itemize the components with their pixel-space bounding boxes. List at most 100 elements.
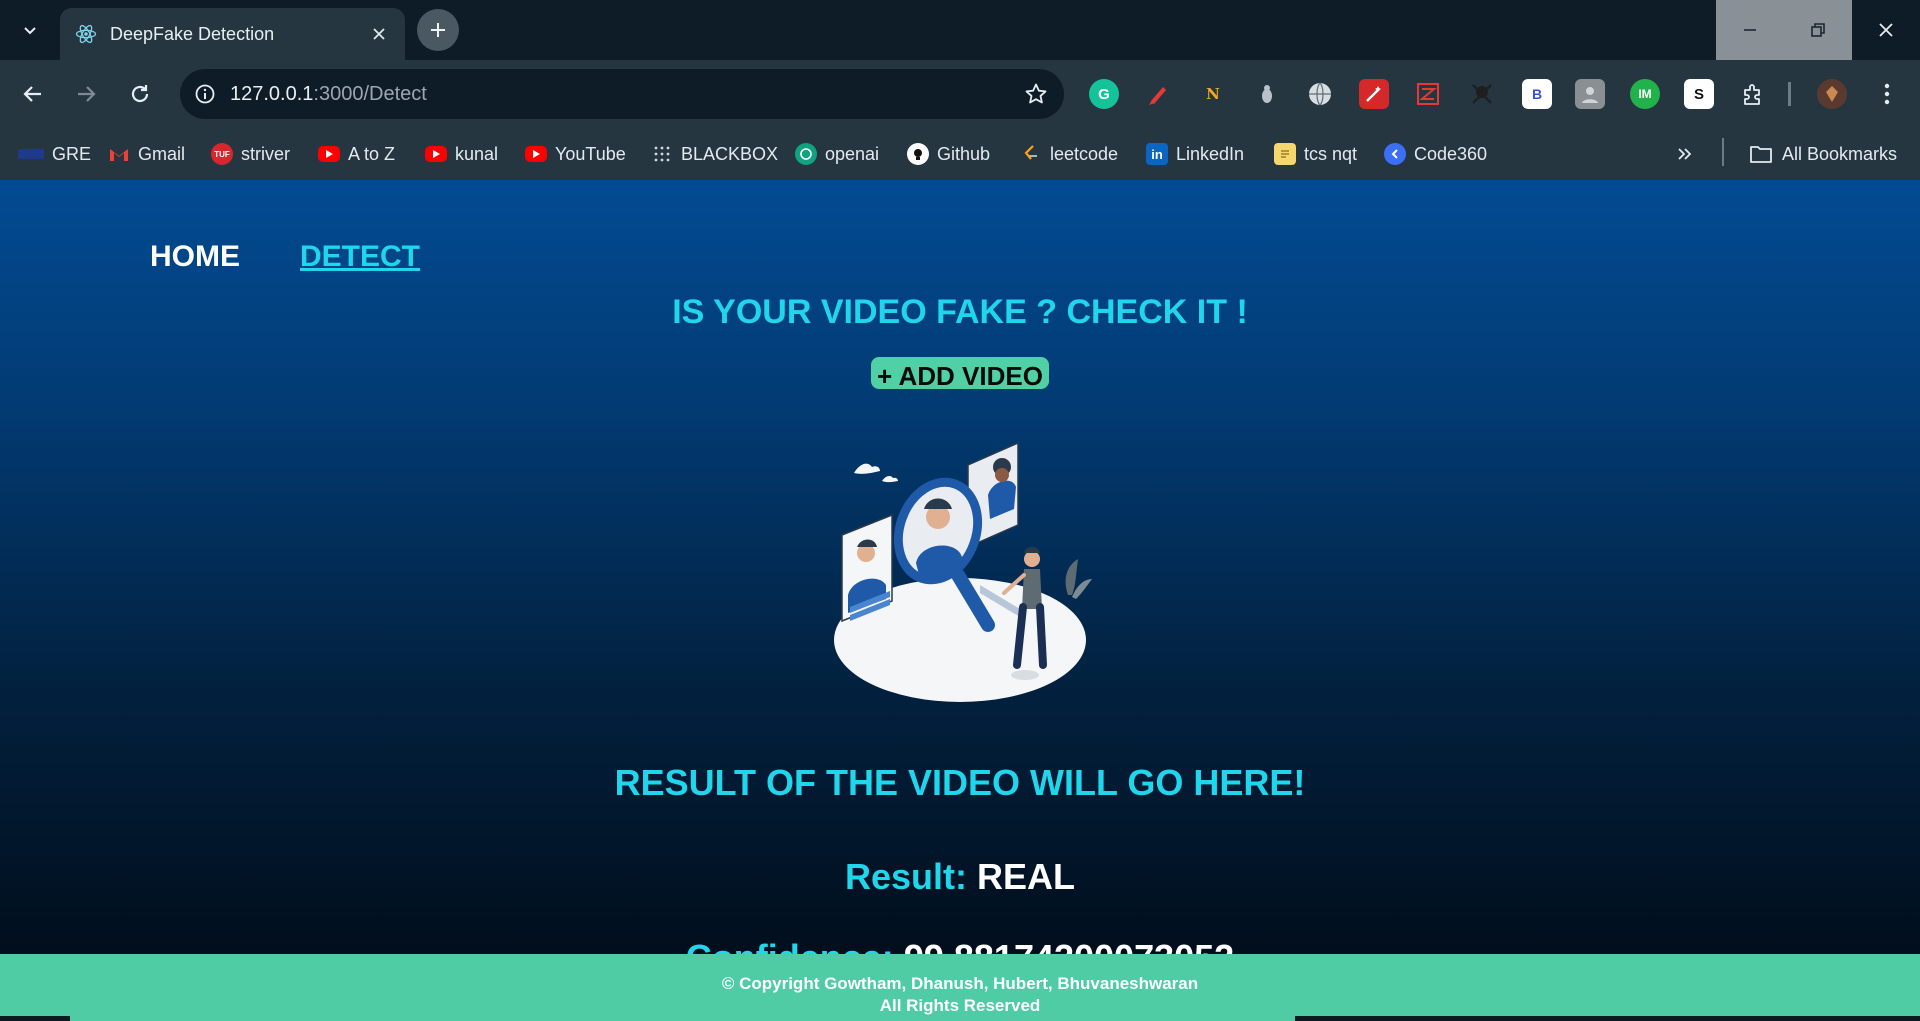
bookmark-blackbox[interactable]: BLACKBOX — [651, 140, 778, 168]
back-button[interactable] — [14, 75, 52, 113]
minimize-icon — [1744, 29, 1756, 31]
tuf-icon: TUF — [211, 143, 233, 165]
page-footer: © Copyright Gowtham, Dhanush, Hubert, Bh… — [0, 954, 1920, 1021]
bookmark-label: leetcode — [1050, 143, 1119, 164]
bookmark-label: Code360 — [1414, 143, 1488, 164]
bookmark-openai[interactable]: openai — [795, 140, 879, 168]
address-bar[interactable]: 127.0.0.1:3000/Detect — [180, 69, 1064, 119]
footer-bottom-edge — [0, 1016, 1920, 1021]
all-bookmarks-label: All Bookmarks — [1782, 143, 1898, 164]
toolbar-divider — [1788, 82, 1791, 106]
page-content: HOME DETECT IS YOUR VIDEO FAKE ? CHECK I… — [0, 180, 1920, 955]
bookmark-label: BLACKBOX — [681, 143, 779, 164]
bookmark-a-to-z[interactable]: A to Z — [318, 140, 395, 168]
url-host: 127.0.0.1 — [230, 82, 314, 105]
restore-button[interactable] — [1784, 0, 1852, 60]
gre-icon — [18, 149, 44, 159]
bookmark-label: kunal — [455, 143, 499, 164]
minimize-button[interactable] — [1716, 0, 1784, 60]
bookmark-label: openai — [825, 143, 880, 164]
menu-icon[interactable] — [1872, 79, 1902, 109]
marker-icon[interactable] — [1143, 79, 1173, 109]
site-info-icon[interactable] — [180, 69, 230, 119]
bookmark-label: Gmail — [138, 143, 186, 164]
page-headline: IS YOUR VIDEO FAKE ? CHECK IT ! — [672, 293, 1248, 331]
tab-search-button[interactable] — [14, 16, 46, 44]
im-icon[interactable]: IM — [1630, 79, 1660, 109]
reload-icon — [131, 85, 149, 103]
footer-copyright: © Copyright Gowtham, Dhanush, Hubert, Bh… — [721, 974, 1199, 993]
confidence-value: 99.88174200073052 — [904, 937, 1234, 955]
blackbox-icon — [651, 143, 673, 165]
forward-button[interactable] — [67, 75, 105, 113]
bug-icon[interactable] — [1252, 79, 1282, 109]
double-chevron-right-icon — [1678, 148, 1692, 160]
result-value: REAL — [977, 856, 1076, 897]
bookmark-kunal[interactable]: kunal — [425, 140, 498, 168]
all-bookmarks-button[interactable]: All Bookmarks — [1748, 140, 1897, 168]
grammarly-icon[interactable]: G — [1089, 79, 1119, 109]
avatar[interactable] — [1817, 79, 1847, 109]
zz-icon[interactable] — [1413, 79, 1443, 109]
bookmark-label: YouTube — [555, 143, 626, 164]
arrow-right-icon — [78, 86, 96, 102]
tab-title: DeepFake Detection — [110, 23, 275, 44]
globe-icon[interactable] — [1305, 79, 1335, 109]
bookmark-label: striver — [241, 143, 290, 164]
s-icon[interactable]: S — [1684, 79, 1714, 109]
confidence-label: Confidence: — [686, 937, 894, 955]
bookmark-youtube[interactable]: YouTube — [525, 140, 626, 168]
add-video-button[interactable]: + ADD VIDEO — [871, 357, 1049, 389]
close-icon — [1879, 23, 1893, 37]
url-text: 127.0.0.1:3000/Detect — [230, 83, 427, 106]
youtube-icon — [425, 146, 447, 162]
plus-icon — [431, 23, 445, 37]
result-line: Result: REAL — [0, 856, 1920, 898]
folder-icon — [1748, 143, 1774, 165]
bookmark-label: A to Z — [348, 143, 396, 164]
reload-button[interactable] — [121, 75, 159, 113]
gmail-icon — [108, 143, 130, 165]
bookmark-code360[interactable]: Code360 — [1384, 140, 1487, 168]
bookmark-gmail[interactable]: Gmail — [108, 140, 185, 168]
chevron-down-icon — [24, 27, 36, 35]
bookmark-striver[interactable]: TUF striver — [211, 140, 290, 168]
notepad-icon — [1274, 143, 1296, 165]
active-tab[interactable]: DeepFake Detection — [60, 8, 405, 60]
bookmark-label: tcs nqt — [1304, 143, 1358, 164]
url-path: :3000/Detect — [313, 82, 427, 105]
linkedin-icon: in — [1146, 143, 1168, 165]
extensions-icon[interactable] — [1738, 79, 1768, 109]
pirate-icon[interactable] — [1467, 79, 1497, 109]
more-bookmarks-button[interactable] — [1676, 140, 1694, 168]
new-tab-button[interactable] — [417, 9, 459, 51]
github-icon — [907, 143, 929, 165]
react-icon — [74, 22, 98, 46]
portrait-icon[interactable] — [1575, 79, 1605, 109]
bookmark-label: GRE — [52, 143, 92, 164]
bookmark-gre[interactable]: GRE — [18, 140, 91, 168]
nj-icon[interactable]: N — [1198, 79, 1228, 109]
confidence-line: Confidence: 99.88174200073052 — [0, 937, 1920, 955]
bookmark-leetcode[interactable]: leetcode — [1020, 140, 1118, 168]
b-icon[interactable]: B — [1522, 79, 1552, 109]
magic-wand-icon[interactable] — [1359, 79, 1389, 109]
bookmarks-divider — [1722, 138, 1724, 166]
nav-detect-link[interactable]: DETECT — [300, 240, 420, 274]
bookmark-linkedin[interactable]: in LinkedIn — [1146, 140, 1244, 168]
result-label: Result: — [844, 856, 967, 897]
close-window-button[interactable] — [1852, 0, 1920, 60]
bookmark-github[interactable]: Github — [907, 140, 990, 168]
nav-home-link[interactable]: HOME — [150, 240, 240, 274]
detective-illustration — [834, 441, 1092, 702]
result-heading: RESULT OF THE VIDEO WILL GO HERE! — [614, 762, 1306, 803]
youtube-icon — [318, 146, 340, 162]
restore-icon — [1811, 23, 1825, 37]
close-tab-icon[interactable] — [367, 22, 391, 46]
bookmark-tcs-nqt[interactable]: tcs nqt — [1274, 140, 1357, 168]
bookmark-star-icon[interactable] — [1022, 80, 1050, 108]
arrow-left-icon — [23, 86, 41, 102]
bookmark-label: Github — [937, 143, 991, 164]
openai-icon — [795, 143, 817, 165]
youtube-icon — [525, 146, 547, 162]
